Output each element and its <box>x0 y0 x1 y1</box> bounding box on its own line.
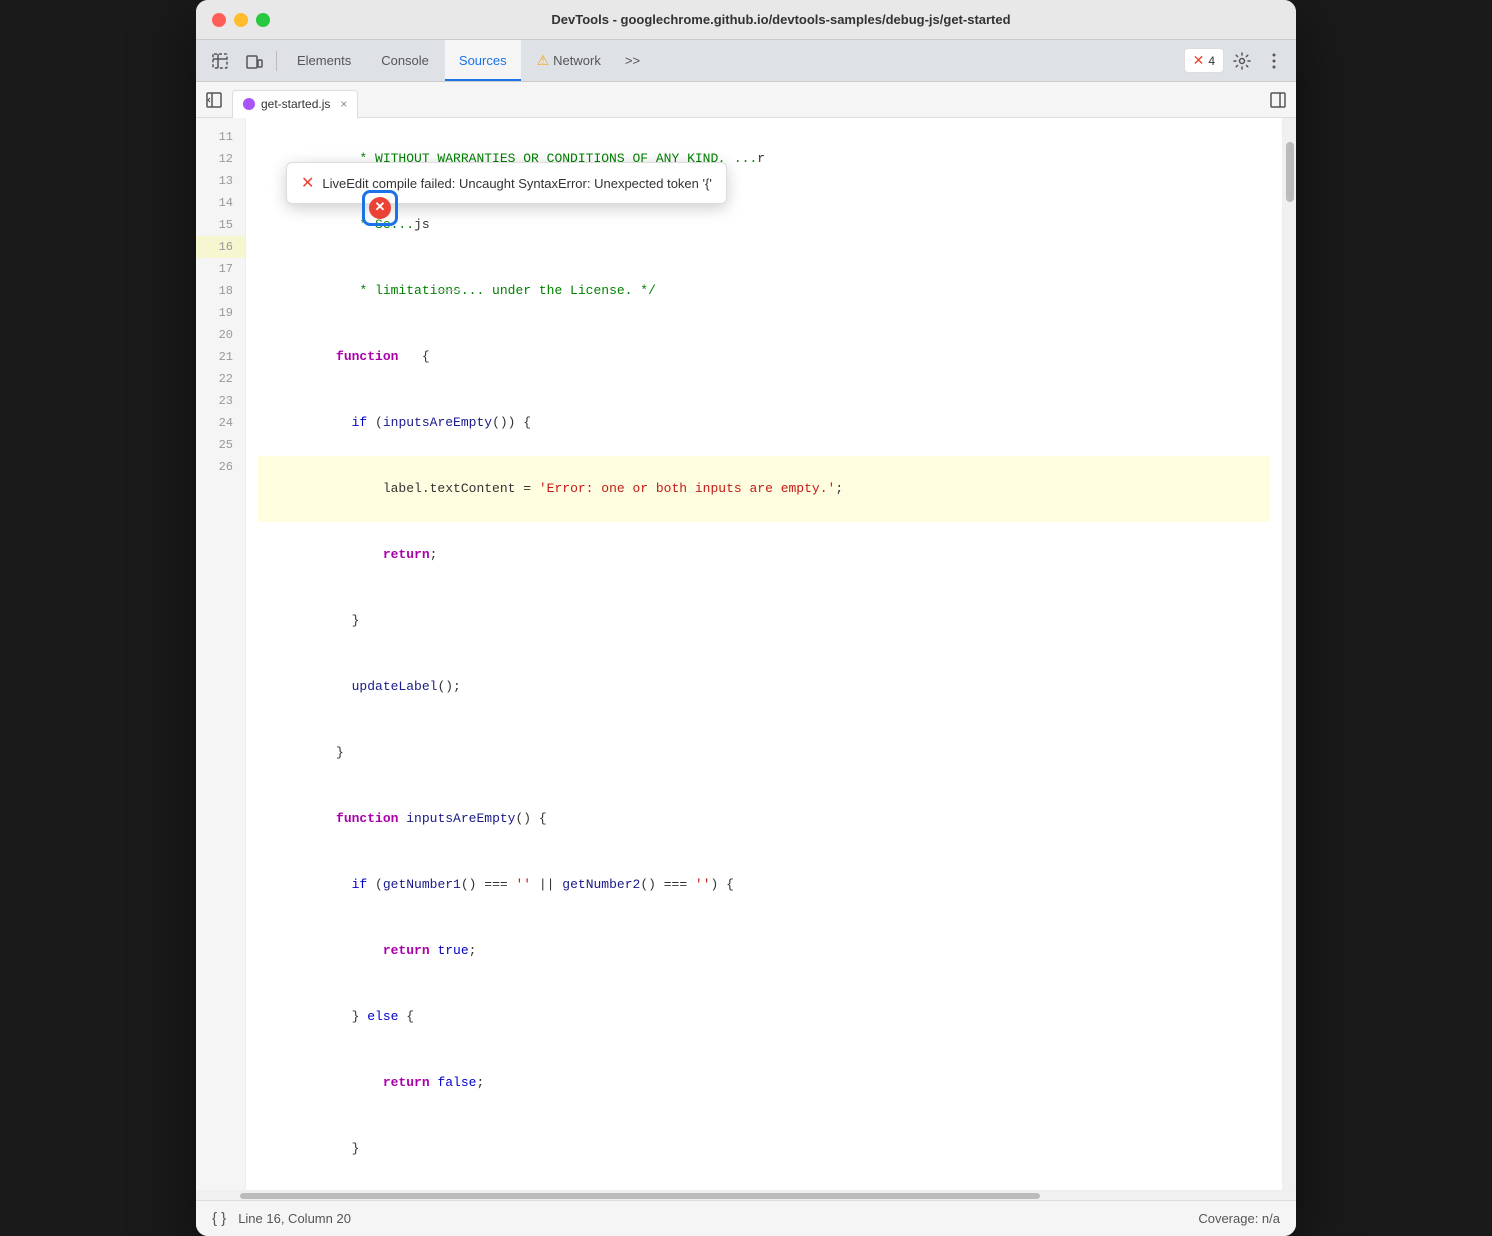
vertical-scrollbar[interactable] <box>1282 118 1296 1190</box>
pretty-print-icon[interactable]: { } <box>212 1210 226 1227</box>
line-num-20: 20 <box>196 324 245 346</box>
line-num-12: 12 <box>196 148 245 170</box>
minimize-button[interactable] <box>234 13 248 27</box>
code-line-26: } <box>258 1116 1270 1182</box>
error-icon: ✕ <box>1193 52 1205 69</box>
tooltip-error-icon: ✕ <box>301 173 314 193</box>
code-line-22: if (getNumber1() === '' || getNumber2() … <box>258 852 1270 918</box>
warning-icon: ⚠ <box>537 52 550 69</box>
devtools-tabs-bar: Elements Console Sources ⚠ Network >> ✕ … <box>196 40 1296 82</box>
line-numbers: 11 12 13 14 15 16 17 18 19 20 21 22 23 2… <box>196 118 246 1190</box>
settings-button[interactable] <box>1228 47 1256 75</box>
error-tooltip: ✕ LiveEdit compile failed: Uncaught Synt… <box>286 162 727 204</box>
sidebar-toggle-button[interactable] <box>200 86 228 114</box>
status-left: { } Line 16, Column 20 <box>212 1210 351 1227</box>
error-badge[interactable]: ✕ 4 <box>1184 48 1224 73</box>
line-num-26: 26 <box>196 456 245 478</box>
line-num-16: 16 <box>196 236 245 258</box>
line-num-11: 11 <box>196 126 245 148</box>
line-num-18: 18 <box>196 280 245 302</box>
line-num-13: 13 <box>196 170 245 192</box>
code-line-20: } <box>258 720 1270 786</box>
code-line-14: function { <box>258 324 1270 390</box>
line-num-23: 23 <box>196 390 245 412</box>
error-cursor-indicator: ✕ <box>362 190 398 226</box>
vertical-scrollbar-thumb[interactable] <box>1286 142 1294 202</box>
line-num-22: 22 <box>196 368 245 390</box>
code-line-25: return false; <box>258 1050 1270 1116</box>
code-line-24: } else { <box>258 984 1270 1050</box>
horizontal-scrollbar[interactable] <box>196 1190 1296 1200</box>
line-num-21: 21 <box>196 346 245 368</box>
error-count: 4 <box>1208 54 1215 68</box>
tab-sources[interactable]: Sources <box>445 40 521 81</box>
line-num-19: 19 <box>196 302 245 324</box>
maximize-button[interactable] <box>256 13 270 27</box>
close-button[interactable] <box>212 13 226 27</box>
code-content[interactable]: ✕ * WITHOUT WARRANTIES OR CONDITIONS OF … <box>246 118 1282 1190</box>
panel-toggle-button[interactable] <box>1264 86 1292 114</box>
file-tab-get-started-js[interactable]: get-started.js × <box>232 90 358 118</box>
code-editor[interactable]: 11 12 13 14 15 16 17 18 19 20 21 22 23 2… <box>196 118 1296 1190</box>
coverage-status: Coverage: n/a <box>1198 1211 1280 1226</box>
error-cursor-icon: ✕ <box>369 197 391 219</box>
file-tabs-bar: get-started.js × <box>196 82 1296 118</box>
tooltip-message: LiveEdit compile failed: Uncaught Syntax… <box>322 176 711 191</box>
file-tab-label: get-started.js <box>261 97 330 111</box>
tab-elements[interactable]: Elements <box>283 40 365 81</box>
code-line-15: if (inputsAreEmpty()) { <box>258 390 1270 456</box>
line-num-25: 25 <box>196 434 245 456</box>
traffic-lights <box>212 13 270 27</box>
code-line-21: function inputsAreEmpty() { <box>258 786 1270 852</box>
line-num-14: 14 <box>196 192 245 214</box>
file-type-icon <box>243 98 255 110</box>
line-num-24: 24 <box>196 412 245 434</box>
cursor-position: Line 16, Column 20 <box>238 1211 351 1226</box>
code-line-17: return; <box>258 522 1270 588</box>
more-tabs-button[interactable]: >> <box>617 49 648 72</box>
window-title: DevTools - googlechrome.github.io/devtoo… <box>282 12 1280 27</box>
line-num-15: 15 <box>196 214 245 236</box>
tab-separator-1 <box>276 51 277 71</box>
more-options-button[interactable] <box>1260 47 1288 75</box>
code-line-13: * limitations... under the License. */ <box>258 258 1270 324</box>
status-right: Coverage: n/a <box>1198 1211 1280 1226</box>
code-line-23: return true; <box>258 918 1270 984</box>
status-bar: { } Line 16, Column 20 Coverage: n/a <box>196 1200 1296 1236</box>
line-num-17: 17 <box>196 258 245 280</box>
tab-network[interactable]: ⚠ Network <box>523 40 615 81</box>
devtools-window: DevTools - googlechrome.github.io/devtoo… <box>196 0 1296 1236</box>
file-tab-close-button[interactable]: × <box>340 97 347 111</box>
code-line-18: } <box>258 588 1270 654</box>
code-line-16: label.textContent = 'Error: one or both … <box>258 456 1270 522</box>
device-toolbar-icon[interactable] <box>238 45 270 77</box>
inspect-element-icon[interactable] <box>204 45 236 77</box>
code-editor-area: ✕ LiveEdit compile failed: Uncaught Synt… <box>196 118 1296 1200</box>
file-tabs-right <box>1264 86 1292 114</box>
tab-console[interactable]: Console <box>367 40 443 81</box>
horizontal-scrollbar-thumb[interactable] <box>240 1193 1040 1199</box>
code-line-19: updateLabel(); <box>258 654 1270 720</box>
tabs-right-section: ✕ 4 <box>1184 47 1288 75</box>
title-bar: DevTools - googlechrome.github.io/devtoo… <box>196 0 1296 40</box>
